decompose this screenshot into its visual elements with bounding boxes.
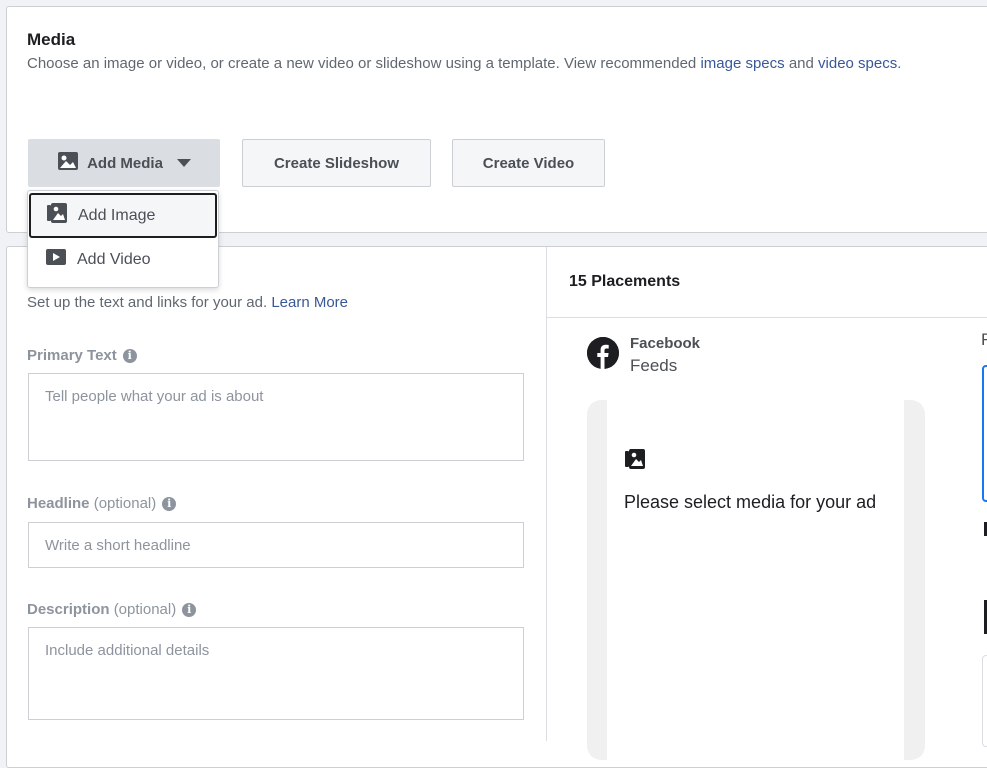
- setup-text-body: Set up the text and links for your ad.: [27, 294, 272, 311]
- column-divider: [546, 247, 547, 741]
- platform-name: Facebook: [630, 335, 701, 352]
- headline-optional: (optional): [93, 495, 157, 512]
- image-specs-link[interactable]: image specs: [700, 55, 784, 72]
- setup-text: Set up the text and links for your ad. L…: [27, 294, 348, 311]
- primary-text-field[interactable]: Tell people what your ad is about: [28, 373, 524, 461]
- video-play-icon: [45, 248, 67, 271]
- media-description: Choose an image or video, or create a ne…: [27, 55, 901, 72]
- headline-label-text: Headline: [27, 495, 90, 512]
- info-icon[interactable]: i: [182, 602, 197, 617]
- video-specs-link[interactable]: video specs: [818, 55, 897, 72]
- description-label-text: Description: [27, 601, 110, 618]
- add-media-dropdown: Add Image Add Video: [27, 190, 219, 288]
- add-media-button[interactable]: Add Media: [28, 139, 220, 187]
- headline-label: Headline (optional) i: [27, 495, 177, 512]
- image-stack-icon: [46, 202, 68, 229]
- facebook-logo-icon: [587, 337, 619, 369]
- ad-preview: [607, 400, 904, 760]
- menu-item-add-video[interactable]: Add Video: [28, 237, 218, 282]
- media-placeholder-icon: [624, 448, 646, 475]
- media-title: Media: [27, 30, 76, 49]
- placements-divider: [547, 317, 987, 318]
- info-icon[interactable]: i: [122, 348, 137, 363]
- primary-text-label: Primary Text i: [27, 347, 137, 364]
- description-field[interactable]: Include additional details: [28, 627, 524, 720]
- image-icon: [57, 151, 79, 175]
- placement-name: Feeds: [630, 356, 678, 375]
- create-slideshow-button[interactable]: Create Slideshow: [242, 139, 431, 187]
- menu-item-add-image[interactable]: Add Image: [29, 193, 217, 238]
- empty-preview-message: Please select media for your ad: [624, 492, 877, 512]
- next-preview-card: [982, 655, 987, 747]
- caret-down-icon: [176, 159, 191, 167]
- description-label: Description (optional) i: [27, 601, 197, 618]
- placements-title: 15 Placements: [569, 273, 681, 290]
- add-image-label: Add Image: [78, 206, 156, 224]
- media-desc-suffix: .: [897, 55, 902, 72]
- info-icon[interactable]: i: [162, 496, 177, 511]
- next-preview-label: F: [981, 330, 987, 349]
- description-optional: (optional): [113, 601, 177, 618]
- media-desc-and: and: [784, 55, 819, 72]
- add-media-label: Add Media: [87, 154, 163, 172]
- media-desc-text: Choose an image or video, or create a ne…: [27, 55, 701, 72]
- create-video-button[interactable]: Create Video: [452, 139, 605, 187]
- headline-field[interactable]: Write a short headline: [28, 522, 524, 568]
- next-preview-selected[interactable]: [982, 365, 987, 502]
- add-video-label: Add Video: [77, 250, 151, 268]
- learn-more-link[interactable]: Learn More: [271, 294, 348, 311]
- primary-text-label-text: Primary Text: [27, 347, 117, 364]
